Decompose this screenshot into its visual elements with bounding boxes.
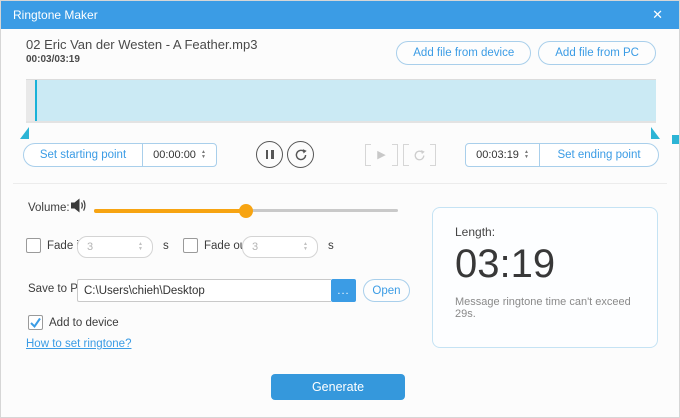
checkmark-icon (29, 316, 42, 329)
spinner-down-icon[interactable]: ▼ (201, 155, 206, 160)
pause-icon (266, 150, 274, 159)
add-file-from-pc-button[interactable]: Add file from PC (538, 41, 656, 65)
fade-out-unit: s (328, 240, 334, 252)
length-panel: Length: 03:19 Message ringtone time can'… (432, 207, 658, 348)
volume-slider-thumb[interactable] (239, 204, 253, 218)
close-icon[interactable]: ✕ (648, 7, 667, 23)
end-time-spinner[interactable]: 00:03:19 ▲ ▼ (466, 144, 540, 166)
fade-in-spinner-arrows[interactable]: ▲ ▼ (138, 242, 143, 252)
how-to-set-ringtone-link[interactable]: How to set ringtone? (26, 338, 131, 350)
speaker-icon (71, 198, 89, 213)
volume-label: Volume: (28, 202, 70, 214)
start-time-value: 00:00:00 (153, 149, 196, 161)
set-ending-point-button[interactable]: Set ending point (540, 144, 658, 166)
titlebar: Ringtone Maker ✕ (1, 1, 679, 29)
fade-in-spinner[interactable]: 3 ▲ ▼ (77, 236, 153, 258)
fade-out-spinner-arrows[interactable]: ▲ ▼ (303, 242, 308, 252)
replay-button[interactable] (287, 141, 314, 168)
preview-replay-icon (413, 149, 426, 162)
file-name: 02 Eric Van der Westen - A Feather.mp3 (26, 37, 257, 52)
end-time-value: 00:03:19 (476, 149, 519, 161)
browse-button[interactable]: ... (331, 279, 356, 302)
save-path-input[interactable] (77, 279, 331, 302)
preview-replay-button[interactable] (403, 144, 436, 166)
play-icon: ▶ (377, 150, 385, 161)
add-to-device-label: Add to device (49, 317, 119, 329)
preview-controls: ▶ (365, 144, 436, 166)
length-label: Length: (455, 225, 635, 239)
window-title: Ringtone Maker (13, 8, 648, 22)
end-time-spinner-arrows[interactable]: ▲ ▼ (524, 150, 529, 160)
add-file-buttons: Add file from device Add file from PC (396, 41, 656, 65)
start-point-control: Set starting point 00:00:00 ▲ ▼ (23, 143, 217, 167)
volume-slider-fill (94, 209, 246, 213)
spinner-down-icon[interactable]: ▼ (303, 247, 308, 252)
file-time-progress: 00:03/03:19 (26, 54, 80, 65)
length-note: Message ringtone time can't exceed 29s. (455, 296, 635, 320)
preview-play-button[interactable]: ▶ (365, 144, 398, 166)
generate-button[interactable]: Generate (271, 374, 405, 400)
fade-in-value: 3 (87, 241, 93, 253)
playhead[interactable] (35, 80, 37, 121)
open-button[interactable]: Open (363, 279, 410, 302)
length-value: 03:19 (455, 242, 635, 286)
section-divider (13, 183, 667, 184)
spinner-down-icon[interactable]: ▼ (138, 247, 143, 252)
waveform-played-region (26, 80, 35, 121)
add-file-from-device-button[interactable]: Add file from device (396, 41, 531, 65)
ringtone-maker-window: Ringtone Maker ✕ 02 Eric Van der Westen … (0, 0, 680, 418)
spinner-down-icon[interactable]: ▼ (524, 155, 529, 160)
set-starting-point-button[interactable]: Set starting point (24, 144, 142, 166)
end-trim-handle[interactable] (651, 127, 660, 139)
edge-marker (672, 135, 679, 144)
fade-in-checkbox[interactable] (26, 238, 41, 253)
start-trim-handle[interactable] (20, 127, 29, 139)
add-to-device-checkbox[interactable] (28, 315, 43, 330)
start-time-spinner-arrows[interactable]: ▲ ▼ (201, 150, 206, 160)
waveform[interactable] (26, 79, 656, 123)
save-path-group: ... (77, 279, 356, 302)
pause-button[interactable] (256, 141, 283, 168)
fade-out-value: 3 (252, 241, 258, 253)
fade-in-unit: s (163, 240, 169, 252)
start-time-spinner[interactable]: 00:00:00 ▲ ▼ (142, 144, 216, 166)
fade-out-checkbox[interactable] (183, 238, 198, 253)
volume-slider[interactable] (94, 203, 398, 217)
end-point-control: 00:03:19 ▲ ▼ Set ending point (465, 143, 659, 167)
replay-icon (294, 148, 308, 162)
fade-out-spinner[interactable]: 3 ▲ ▼ (242, 236, 318, 258)
